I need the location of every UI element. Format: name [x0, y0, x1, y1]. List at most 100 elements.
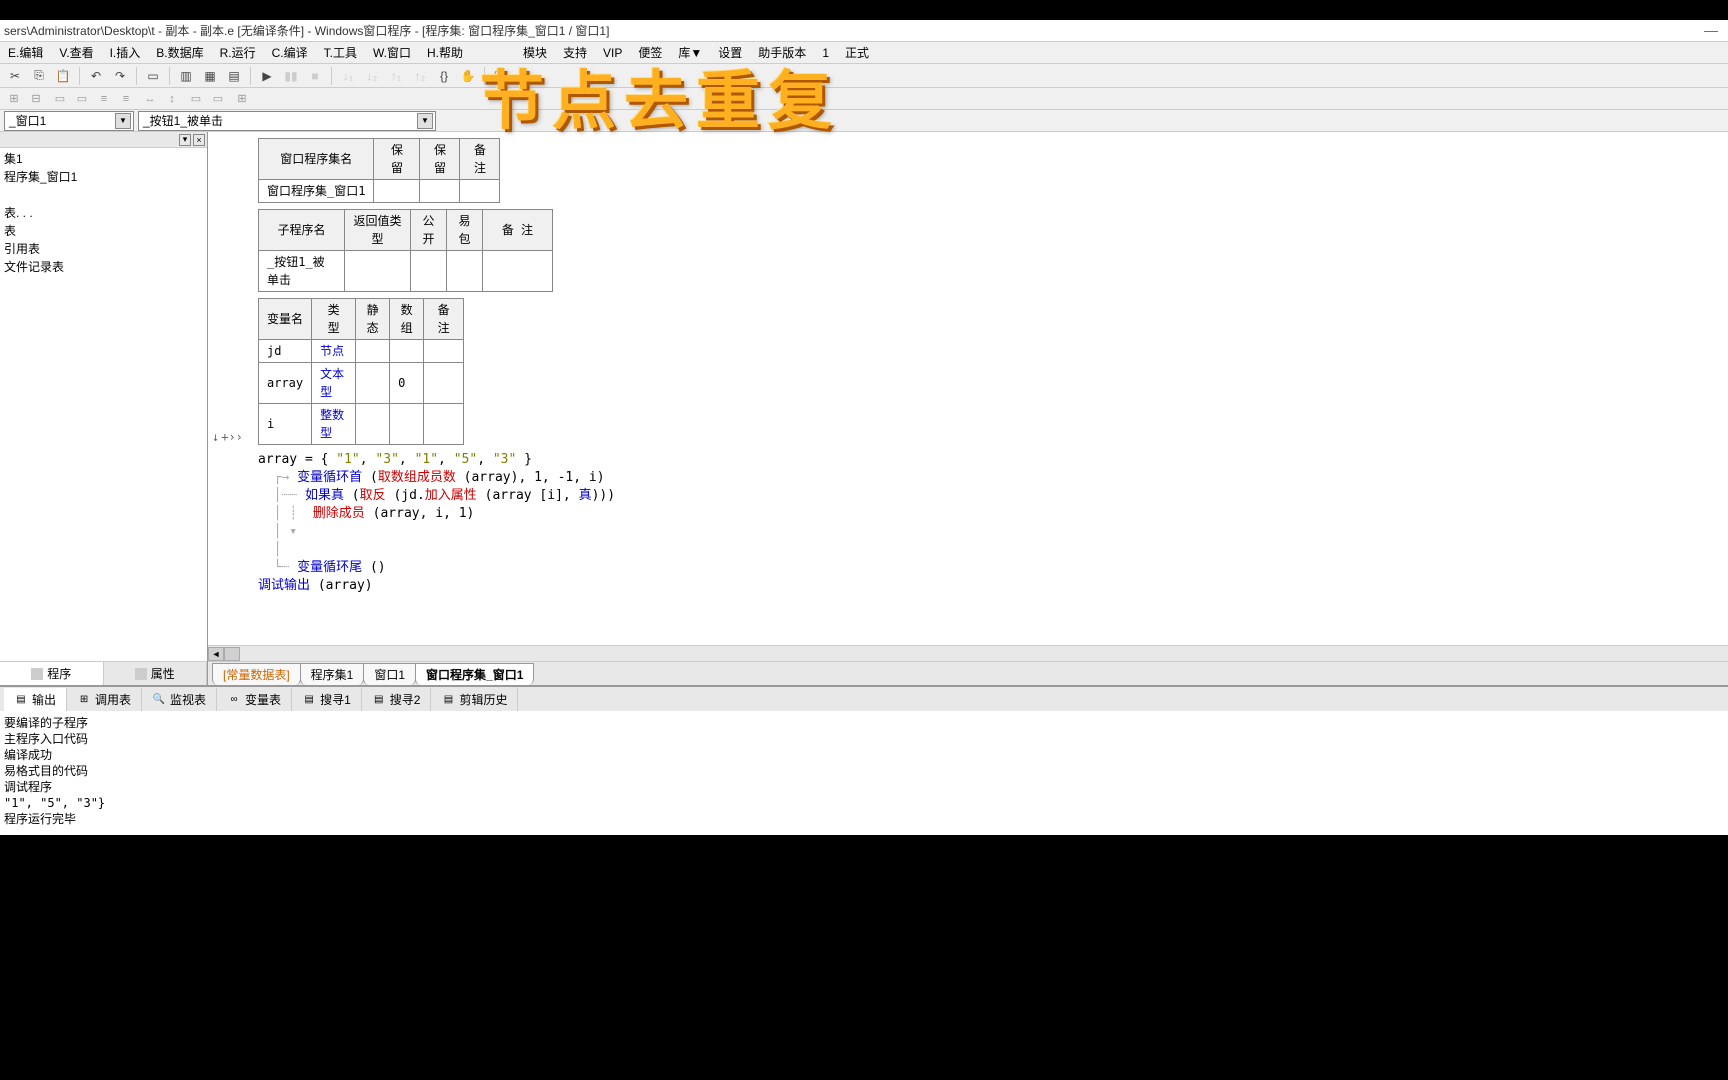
- toolbar-secondary: ⊞ ⊟ ▭ ▭ ≡ ≡ ↔ ↕ ▭ ▭ ⊞: [0, 88, 1728, 110]
- search-icon: 🔍: [152, 692, 166, 706]
- table-icon: ⊞: [77, 692, 91, 706]
- output-area[interactable]: 要编译的子程序 主程序入口代码 编译成功 易格式目的代码 调试程序 "1", "…: [0, 711, 1728, 835]
- code-line[interactable]: │┈┈ 如果真 (取反 (jd.加入属性 (array [i], 真))): [258, 487, 1722, 505]
- layout3-icon[interactable]: ▤: [223, 66, 245, 86]
- tree-item[interactable]: 文件记录表: [2, 258, 205, 276]
- sidebar-tab-props[interactable]: 属性: [104, 662, 208, 685]
- output-panel: ▤输出 ⊞调用表 🔍监视表 ∞变量表 ▤搜寻1 ▤搜寻2 ▤剪辑历史 要编译的子…: [0, 685, 1728, 835]
- code-line[interactable]: │: [258, 541, 1722, 559]
- menu-compile[interactable]: C.编译: [266, 42, 314, 63]
- find-icon[interactable]: 🔍: [490, 66, 512, 86]
- table-row[interactable]: jd 节点: [259, 340, 464, 363]
- tb2-6-icon[interactable]: ≡: [116, 90, 136, 108]
- hand-icon[interactable]: ✋: [457, 66, 479, 86]
- code-line[interactable]: └┈ 变量循环尾 (): [258, 559, 1722, 577]
- layout2-icon[interactable]: ▦: [199, 66, 221, 86]
- plus-icon: +››: [221, 428, 243, 446]
- table-row[interactable]: 窗口程序集_窗口1: [259, 180, 500, 203]
- tab-winassembly[interactable]: 窗口程序集_窗口1: [415, 663, 534, 685]
- form-icon[interactable]: ▭: [142, 66, 164, 86]
- menu-num[interactable]: 1: [816, 44, 835, 62]
- tab-calltable[interactable]: ⊞调用表: [67, 688, 142, 711]
- tb2-10-icon[interactable]: ▭: [208, 90, 228, 108]
- tab-assembly1[interactable]: 程序集1: [300, 663, 365, 685]
- step4-icon[interactable]: ↑₂: [409, 66, 431, 86]
- project-tree[interactable]: 集1 程序集_窗口1 表. . . 表 引用表 文件记录表: [0, 148, 207, 661]
- run-icon[interactable]: ▶: [256, 66, 278, 86]
- tb2-4-icon[interactable]: ▭: [72, 90, 92, 108]
- paste-icon[interactable]: 📋: [52, 66, 74, 86]
- tab-output[interactable]: ▤输出: [4, 688, 67, 711]
- pause-icon[interactable]: ▮▮: [280, 66, 302, 86]
- tb2-5-icon[interactable]: ≡: [94, 90, 114, 108]
- sidebar-close-icon[interactable]: ×: [193, 134, 205, 146]
- menu-vip[interactable]: VIP: [597, 44, 628, 62]
- menu-help[interactable]: H.帮助: [421, 42, 469, 63]
- menu-module[interactable]: 模块: [517, 42, 553, 63]
- tab-watch[interactable]: 🔍监视表: [142, 688, 217, 711]
- title-bar: sers\Administrator\Desktop\t - 副本 - 副本.e…: [0, 20, 1728, 42]
- code-line[interactable]: ┌→ 变量循环首 (取数组成员数 (array), 1, -1, i): [258, 469, 1722, 487]
- tab-vars[interactable]: ∞变量表: [217, 688, 292, 711]
- stop-icon[interactable]: ■: [304, 66, 326, 86]
- cut-icon[interactable]: ✂: [4, 66, 26, 86]
- tree-item[interactable]: 集1: [2, 150, 205, 168]
- code-line[interactable]: array = { "1", "3", "1", "5", "3" }: [258, 451, 1722, 469]
- menu-helper[interactable]: 助手版本: [752, 42, 812, 63]
- tab-search1[interactable]: ▤搜寻1: [292, 688, 362, 711]
- tree-item[interactable]: 引用表: [2, 240, 205, 258]
- sidebar-tab-program[interactable]: 程序: [0, 662, 104, 685]
- tab-window1[interactable]: 窗口1: [363, 663, 416, 685]
- tb2-9-icon[interactable]: ▭: [186, 90, 206, 108]
- tree-item[interactable]: 程序集_窗口1: [2, 168, 205, 186]
- menu-lib[interactable]: 库▼: [672, 42, 708, 63]
- step2-icon[interactable]: ↓₂: [361, 66, 383, 86]
- output-line: 编译成功: [4, 747, 1724, 763]
- tb2-7-icon[interactable]: ↔: [140, 90, 160, 108]
- redo-icon[interactable]: ↷: [109, 66, 131, 86]
- code-line[interactable]: │ ┊ 删除成员 (array, i, 1): [258, 505, 1722, 523]
- scroll-right-icon[interactable]: [224, 647, 240, 661]
- menu-window[interactable]: W.窗口: [367, 42, 417, 63]
- tb2-11-icon[interactable]: ⊞: [232, 90, 252, 108]
- tb2-8-icon[interactable]: ↕: [162, 90, 182, 108]
- menu-database[interactable]: B.数据库: [150, 42, 209, 63]
- search-icon: ▤: [372, 692, 386, 706]
- copy-icon[interactable]: ⎘: [28, 66, 50, 86]
- menu-tools[interactable]: T.工具: [318, 42, 363, 63]
- tab-const[interactable]: [常量数据表]: [212, 663, 301, 685]
- step1-icon[interactable]: ↓₁: [337, 66, 359, 86]
- window-controls[interactable]: —: [1704, 22, 1718, 38]
- menu-run[interactable]: R.运行: [214, 42, 262, 63]
- bracket-icon[interactable]: {}: [433, 66, 455, 86]
- menu-edit[interactable]: E.编辑: [2, 42, 49, 63]
- layout1-icon[interactable]: ▥: [175, 66, 197, 86]
- table-row[interactable]: array 文本型 0: [259, 363, 464, 404]
- menu-release[interactable]: 正式: [839, 42, 875, 63]
- sidebar-pin-icon[interactable]: ▾: [179, 134, 191, 146]
- tb2-1-icon[interactable]: ⊞: [4, 90, 24, 108]
- tree-item[interactable]: 表. . .: [2, 204, 205, 222]
- menu-view[interactable]: V.查看: [53, 42, 99, 63]
- code-line[interactable]: │ ▾: [258, 523, 1722, 541]
- object-dropdown[interactable]: _窗口1 ▼: [4, 111, 134, 131]
- tb2-3-icon[interactable]: ▭: [50, 90, 70, 108]
- tb2-2-icon[interactable]: ⊟: [26, 90, 46, 108]
- undo-icon[interactable]: ↶: [85, 66, 107, 86]
- menu-support[interactable]: 支持: [557, 42, 593, 63]
- scroll-left-icon[interactable]: ◄: [208, 647, 224, 661]
- menu-note[interactable]: 便签: [632, 42, 668, 63]
- tree-item[interactable]: 表: [2, 222, 205, 240]
- table-row[interactable]: _按钮1_被单击: [259, 251, 553, 292]
- editor-content[interactable]: 窗口程序集名 保 留 保 留 备 注 窗口程序集_窗口1 子程序名 返回值类型 …: [208, 132, 1728, 645]
- code-line[interactable]: 调试输出 (array): [258, 577, 1722, 595]
- tab-search2[interactable]: ▤搜寻2: [362, 688, 432, 711]
- tab-clip[interactable]: ▤剪辑历史: [431, 688, 518, 711]
- horizontal-scrollbar[interactable]: ◄: [208, 645, 1728, 661]
- props-icon: [135, 668, 147, 680]
- table-row[interactable]: i 整数型: [259, 404, 464, 445]
- menu-settings[interactable]: 设置: [712, 42, 748, 63]
- menu-insert[interactable]: I.插入: [104, 42, 147, 63]
- event-dropdown[interactable]: _按钮1_被单击 ▼: [138, 111, 436, 131]
- step3-icon[interactable]: ↑₁: [385, 66, 407, 86]
